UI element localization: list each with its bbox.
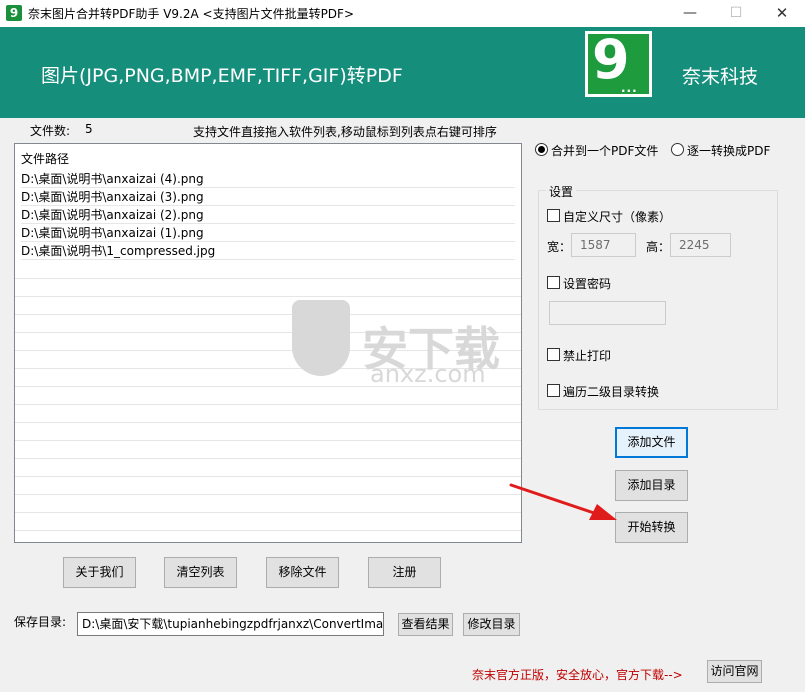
row-divider: [15, 494, 521, 495]
merge-radio[interactable]: [535, 143, 548, 156]
password-label: 设置密码: [563, 277, 612, 291]
custom-size-checkbox[interactable]: [547, 209, 560, 222]
view-results-button[interactable]: 查看结果: [398, 613, 453, 636]
file-count-label: 文件数:: [30, 124, 71, 138]
watermark-subtext: anxz.com: [370, 360, 486, 388]
custom-size-label: 自定义尺寸（像素）: [563, 210, 672, 224]
each-radio-label: 逐一转换成PDF: [687, 144, 771, 158]
list-item[interactable]: D:\桌面\说明书\1_compressed.jpg: [21, 242, 515, 260]
subdir-label: 遍历二级目录转换: [563, 385, 660, 399]
window-title: 奈末图片合并转PDF助手 V9.2A <支持图片文件批量转PDF>: [28, 7, 354, 21]
row-divider: [15, 422, 521, 423]
visit-website-button[interactable]: 访问官网: [707, 660, 762, 683]
no-print-checkbox[interactable]: [547, 348, 560, 361]
row-divider: [15, 512, 521, 513]
change-dir-button[interactable]: 修改目录: [463, 613, 520, 636]
arrow-annotation: [509, 483, 617, 520]
row-divider: [15, 530, 521, 531]
app-icon: 9: [6, 5, 22, 21]
password-field[interactable]: [549, 301, 666, 325]
list-item[interactable]: D:\桌面\说明书\anxaizai (1).png: [21, 224, 515, 242]
password-checkbox[interactable]: [547, 276, 560, 289]
list-item[interactable]: D:\桌面\说明书\anxaizai (2).png: [21, 206, 515, 224]
row-divider: [15, 404, 521, 405]
save-dir-label: 保存目录:: [14, 615, 67, 629]
list-header-path: 文件路径: [21, 152, 70, 166]
close-button[interactable]: ✕: [759, 0, 805, 27]
register-button[interactable]: 注册: [368, 557, 441, 588]
width-label: 宽：: [547, 240, 572, 254]
save-dir-field[interactable]: D:\桌面\安下载\tupianhebingzpdfrjanxz\Convert…: [77, 612, 384, 636]
maximize-button[interactable]: ☐: [713, 0, 759, 27]
row-divider: [15, 476, 521, 477]
logo-dots: ...: [621, 81, 638, 95]
list-item[interactable]: D:\桌面\说明书\anxaizai (3).png: [21, 188, 515, 206]
row-divider: [15, 278, 521, 279]
footer-note: 奈末官方正版，安全放心，官方下载-->: [472, 668, 683, 682]
drag-hint: 支持文件直接拖入软件列表,移动鼠标到列表点右键可排序: [193, 125, 497, 139]
banner-title: 图片(JPG,PNG,BMP,EMF,TIFF,GIF)转PDF: [41, 65, 403, 87]
row-divider: [15, 440, 521, 441]
settings-legend: 设置: [546, 183, 577, 200]
each-radio[interactable]: [671, 143, 684, 156]
start-convert-button[interactable]: 开始转换: [615, 512, 688, 543]
add-file-button[interactable]: 添加文件: [615, 427, 688, 458]
remove-file-button[interactable]: 移除文件: [266, 557, 339, 588]
height-field[interactable]: 2245: [670, 233, 731, 257]
merge-radio-label: 合并到一个PDF文件: [551, 144, 659, 158]
height-label: 高：: [646, 240, 671, 254]
no-print-label: 禁止打印: [563, 349, 612, 363]
clear-list-button[interactable]: 清空列表: [164, 557, 237, 588]
watermark-shield-icon: [292, 300, 350, 376]
row-divider: [15, 458, 521, 459]
file-count-value: 5: [85, 122, 93, 136]
company-name: 奈末科技: [682, 66, 759, 88]
row-divider: [15, 296, 521, 297]
width-field[interactable]: 1587: [571, 233, 636, 257]
add-directory-button[interactable]: 添加目录: [615, 470, 688, 501]
about-button[interactable]: 关于我们: [63, 557, 136, 588]
list-item[interactable]: D:\桌面\说明书\anxaizai (4).png: [21, 170, 515, 188]
minimize-button[interactable]: —: [667, 0, 713, 27]
subdir-checkbox[interactable]: [547, 384, 560, 397]
